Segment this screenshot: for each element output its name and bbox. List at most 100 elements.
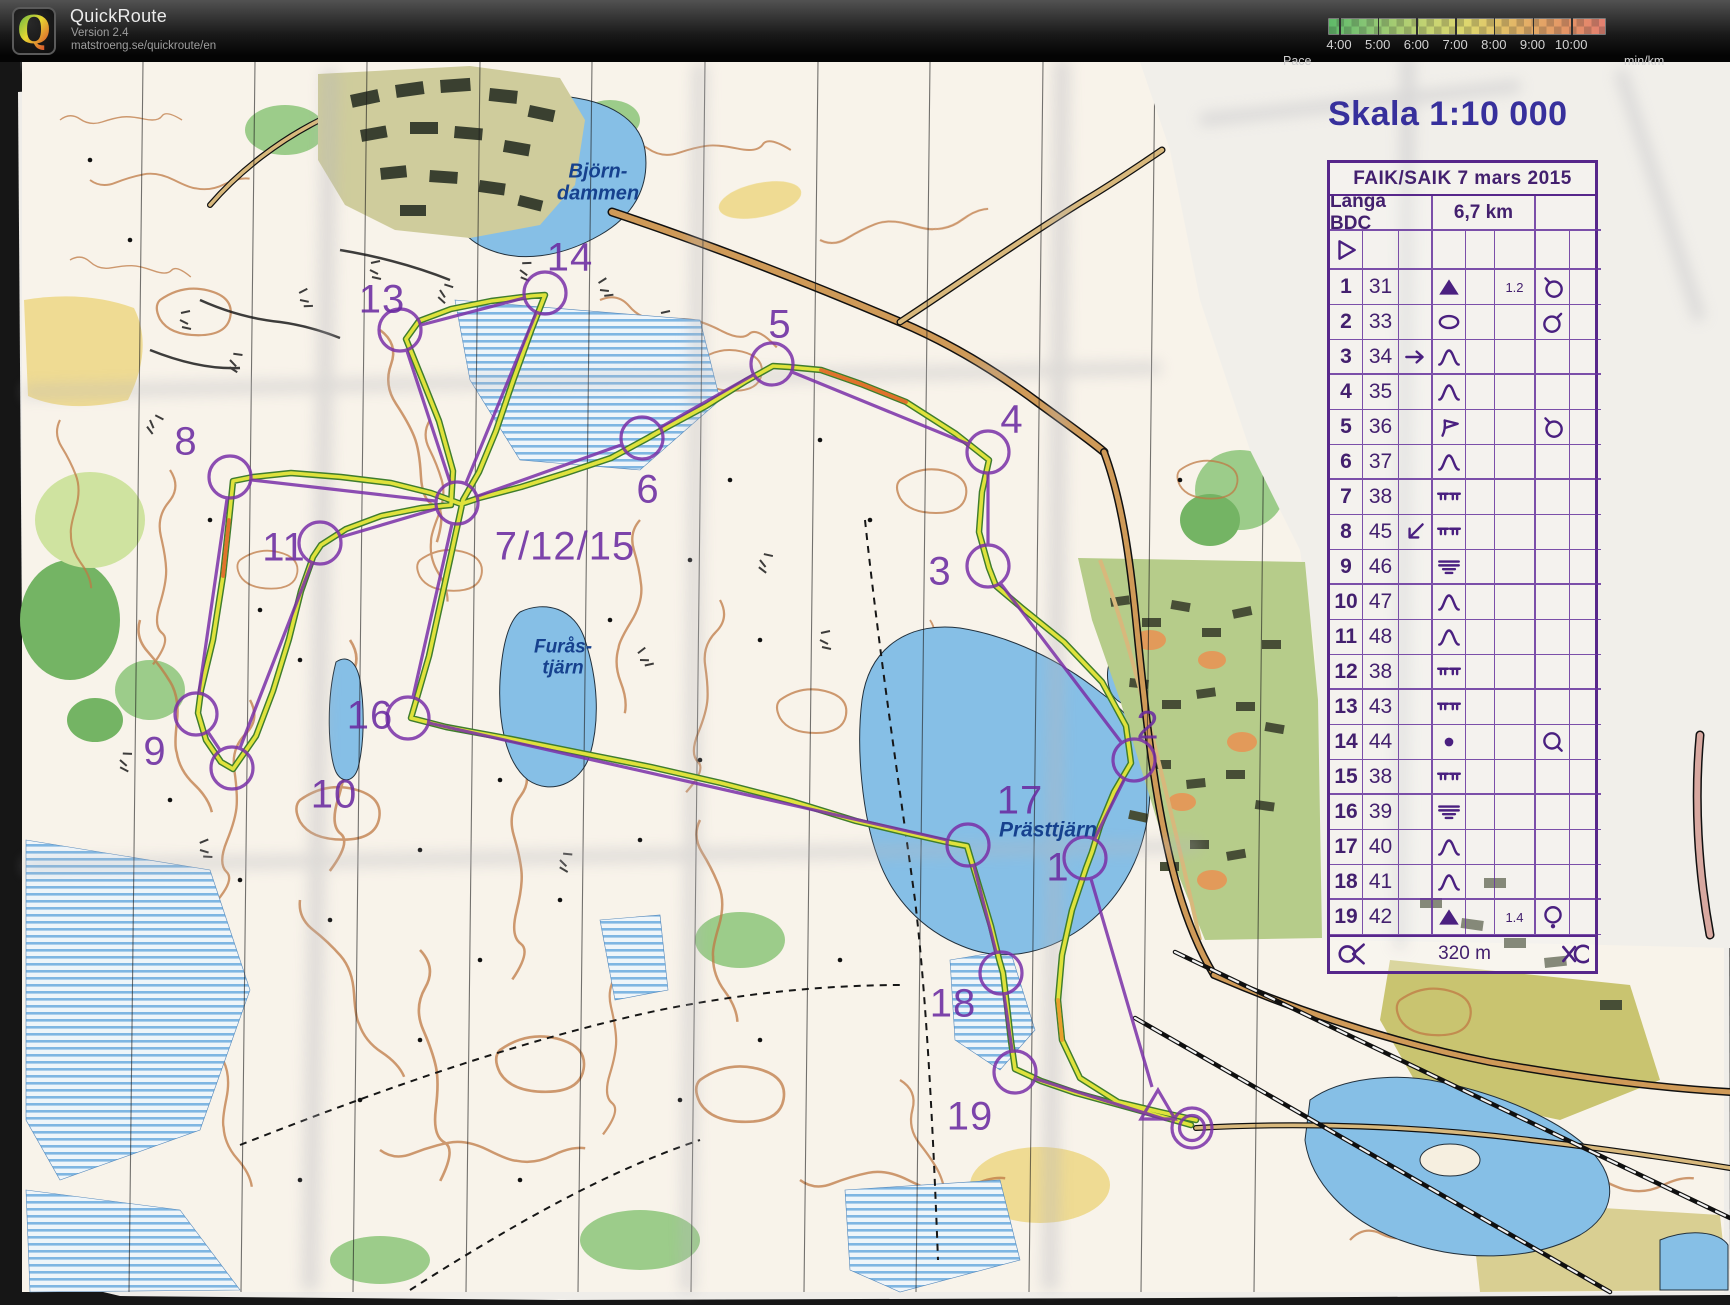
pace-tick-mark: [1494, 18, 1496, 35]
sheet-colC: [1399, 480, 1433, 515]
sheet-colF: [1495, 480, 1536, 515]
map-control-number-9: 9: [143, 730, 166, 775]
sheet-no: 5: [1330, 410, 1363, 445]
sheet-code: 36: [1363, 410, 1399, 445]
sheet-no: 9: [1330, 550, 1363, 585]
sheet-colF: [1495, 865, 1536, 900]
sheet-no: 2: [1330, 305, 1363, 340]
sheet-colC: [1399, 375, 1433, 410]
sheet-no: 12: [1330, 655, 1363, 690]
sheet-no: 17: [1330, 830, 1363, 865]
sheet-colF: [1495, 305, 1536, 340]
sheet-colC: [1399, 445, 1433, 480]
sheet-colD: [1433, 270, 1466, 305]
sheet-no: 19: [1330, 900, 1363, 935]
pace-unit-label: min/km: [1624, 54, 1664, 68]
map-area[interactable]: Skala 1:10 000 1234567/12/15891011131416…: [0, 0, 1730, 1305]
sheet-cell: [1495, 231, 1536, 270]
pace-gradient-bar: [1328, 18, 1606, 35]
sheet-colG: [1536, 760, 1570, 795]
sheet-colD: [1433, 585, 1466, 620]
sheet-colE: [1466, 690, 1495, 725]
sheet-colC: [1399, 795, 1433, 830]
sheet-no: 14: [1330, 725, 1363, 760]
sheet-colF: [1495, 375, 1536, 410]
sheet-colD: [1433, 620, 1466, 655]
sheet-colD: [1433, 865, 1466, 900]
sheet-colF: [1495, 445, 1536, 480]
finish-crossing-icon: [1555, 940, 1595, 968]
sheet-colC: [1399, 725, 1433, 760]
app-version: Version 2.4: [71, 27, 129, 39]
sheet-colD: [1433, 480, 1466, 515]
sheet-code: 37: [1363, 445, 1399, 480]
sheet-colG: [1536, 480, 1570, 515]
sheet-colE: [1466, 375, 1495, 410]
sheet-colG: [1536, 270, 1570, 305]
sheet-colC: [1399, 410, 1433, 445]
control-description-sheet: FAIK/SAIK 7 mars 2015Långa BDC6,7 km1311…: [1327, 160, 1598, 974]
pace-tick-mark: [1416, 18, 1418, 35]
sheet-colG: [1536, 340, 1570, 375]
sheet-colE: [1466, 585, 1495, 620]
sheet-no: 13: [1330, 690, 1363, 725]
sheet-colE: [1466, 410, 1495, 445]
sheet-colE: [1466, 270, 1495, 305]
sheet-colG: [1536, 900, 1570, 935]
sheet-no: 7: [1330, 480, 1363, 515]
sheet-no: 18: [1330, 865, 1363, 900]
sheet-code: 48: [1363, 620, 1399, 655]
sheet-colC: [1399, 760, 1433, 795]
pace-tick-label: 7:00: [1433, 37, 1477, 52]
sheet-colH: [1570, 340, 1601, 375]
sheet-colD: [1433, 655, 1466, 690]
map-lake-name: Björn-dammen: [557, 161, 639, 204]
sheet-colF: [1495, 340, 1536, 375]
sheet-colE: [1466, 445, 1495, 480]
pace-tick-mark: [1339, 18, 1341, 35]
app-url[interactable]: matstroeng.se/quickroute/en: [71, 40, 216, 52]
sheet-code: 41: [1363, 865, 1399, 900]
sheet-colC: [1399, 585, 1433, 620]
sheet-colE: [1466, 480, 1495, 515]
pace-tick-mark: [1378, 18, 1380, 35]
sheet-colG: [1536, 445, 1570, 480]
sheet-colH: [1570, 445, 1601, 480]
quickroute-logo: Q: [12, 7, 56, 55]
sheet-colC: [1399, 515, 1433, 550]
sheet-colH: [1570, 480, 1601, 515]
sheet-colG: [1536, 690, 1570, 725]
sheet-course-length: 6,7 km: [1433, 196, 1536, 231]
sheet-colH: [1570, 830, 1601, 865]
map-lake-name: Furås-tjärn: [534, 637, 592, 678]
sheet-colG: [1536, 375, 1570, 410]
sheet-code: 38: [1363, 655, 1399, 690]
sheet-no: 16: [1330, 795, 1363, 830]
sheet-colC: [1399, 900, 1433, 935]
sheet-event-title: FAIK/SAIK 7 mars 2015: [1330, 163, 1595, 196]
sheet-colC: [1399, 865, 1433, 900]
sheet-cell: [1363, 231, 1399, 270]
sheet-no: 10: [1330, 585, 1363, 620]
sheet-colH: [1570, 690, 1601, 725]
sheet-colF: [1495, 585, 1536, 620]
sheet-colF: [1495, 690, 1536, 725]
sheet-colH: [1570, 515, 1601, 550]
pace-tick-label: 8:00: [1472, 37, 1516, 52]
sheet-colC: [1399, 690, 1433, 725]
sheet-no: 4: [1330, 375, 1363, 410]
sheet-colF: [1495, 725, 1536, 760]
sheet-colG: [1536, 725, 1570, 760]
map-control-number-8: 8: [174, 420, 197, 465]
sheet-no: 15: [1330, 760, 1363, 795]
sheet-colE: [1466, 550, 1495, 585]
sheet-course-extra: [1536, 196, 1601, 231]
sheet-colG: [1536, 550, 1570, 585]
sheet-colD: [1433, 305, 1466, 340]
map-control-number-3: 3: [928, 550, 951, 595]
map-control-number-19: 19: [947, 1095, 994, 1140]
sheet-colE: [1466, 340, 1495, 375]
sheet-colE: [1466, 725, 1495, 760]
sheet-colD: [1433, 725, 1466, 760]
sheet-start-symbol: [1330, 231, 1363, 270]
